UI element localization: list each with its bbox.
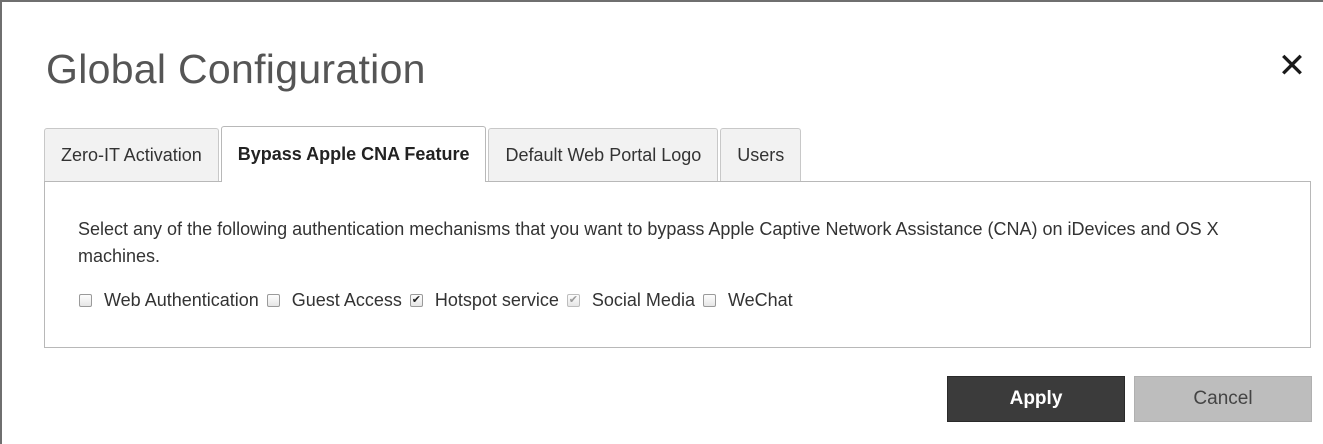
- social-media-checkbox[interactable]: ✔: [566, 294, 580, 307]
- option-social-media: ✔ Social Media: [566, 290, 695, 311]
- hotspot-service-checkbox[interactable]: ✔: [409, 294, 423, 307]
- tab-users[interactable]: Users: [720, 128, 802, 182]
- apply-button[interactable]: Apply: [947, 376, 1125, 422]
- tab-bar: Zero-IT Activation Bypass Apple CNA Feat…: [44, 126, 803, 182]
- cancel-button[interactable]: Cancel: [1134, 376, 1312, 422]
- option-wechat: WeChat: [702, 290, 793, 311]
- social-media-label: Social Media: [591, 290, 695, 310]
- guest-access-label: Guest Access: [291, 290, 402, 310]
- guest-access-checkbox[interactable]: [266, 294, 280, 307]
- wechat-label: WeChat: [727, 290, 793, 310]
- web-authentication-label: Web Authentication: [104, 290, 259, 310]
- tab-zero-it-activation[interactable]: Zero-IT Activation: [44, 128, 219, 182]
- options-row: Web Authentication Guest Access ✔ Hotspo…: [79, 290, 801, 311]
- option-web-authentication: Web Authentication: [79, 290, 259, 311]
- hotspot-service-label: Hotspot service: [434, 290, 559, 310]
- wechat-checkbox[interactable]: [702, 294, 716, 307]
- tab-bypass-apple-cna-feature[interactable]: Bypass Apple CNA Feature: [220, 126, 487, 182]
- option-hotspot-service: ✔ Hotspot service: [409, 290, 559, 311]
- panel-description: Select any of the following authenticati…: [78, 219, 1219, 266]
- dialog-title: Global Configuration: [46, 46, 426, 92]
- option-guest-access: Guest Access: [266, 290, 402, 311]
- web-authentication-checkbox[interactable]: [79, 294, 92, 307]
- tab-default-web-portal-logo[interactable]: Default Web Portal Logo: [488, 128, 719, 182]
- close-icon[interactable]: ✕: [1272, 46, 1312, 86]
- tab-panel: Select any of the following authenticati…: [44, 181, 1311, 348]
- global-configuration-dialog: Global Configuration ✕ Zero-IT Activatio…: [0, 0, 1323, 444]
